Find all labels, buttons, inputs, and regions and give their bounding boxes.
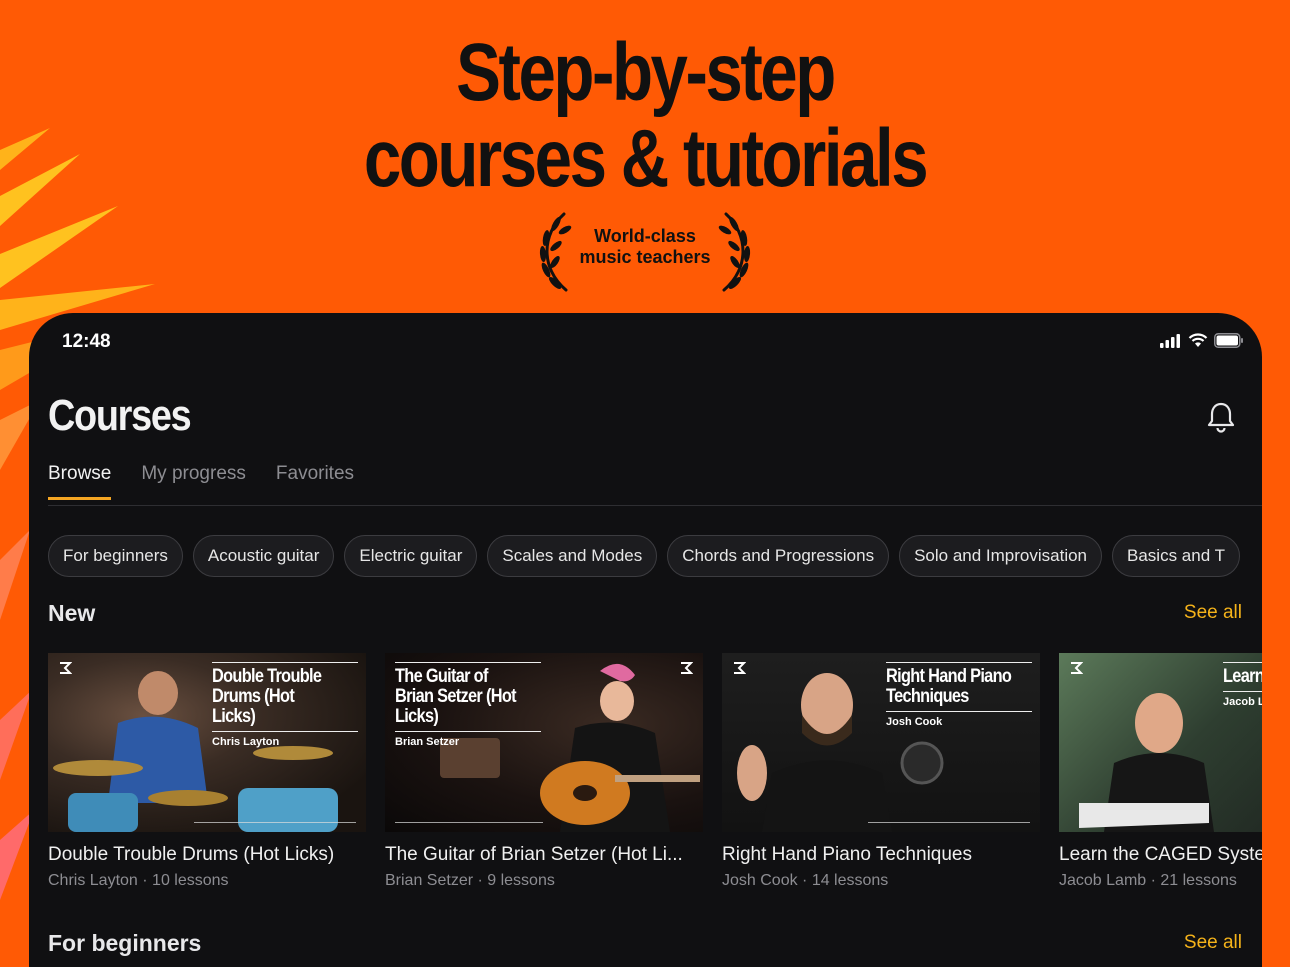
brand-logo-icon: [681, 662, 693, 674]
course-title: Double Trouble Drums (Hot Licks): [48, 844, 335, 865]
thumbnail-overlay: Double Trouble Drums (Hot Licks) Chris L…: [212, 662, 358, 748]
chip-solo-and-improvisation[interactable]: Solo and Improvisation: [899, 535, 1103, 577]
brand-logo-icon: [734, 662, 746, 674]
chip-basics-and-theory[interactable]: Basics and T: [1112, 535, 1240, 577]
promo-headline-line1: Step-by-step: [456, 27, 836, 118]
tab-favorites[interactable]: Favorites: [276, 463, 354, 500]
bell-icon[interactable]: [1206, 401, 1236, 433]
thumbnail-author: Josh Cook: [886, 716, 943, 728]
tab-divider: [48, 505, 1262, 506]
thumbnail-overlay: Right Hand Piano Techniques Josh Cook: [886, 662, 1032, 728]
award-line1: World-class: [594, 226, 696, 246]
cellular-signal-icon: [1160, 333, 1180, 348]
thumbnail-author: Jacob L: [1223, 696, 1262, 708]
chip-electric-guitar[interactable]: Electric guitar: [344, 535, 478, 577]
chip-acoustic-guitar[interactable]: Acoustic guitar: [192, 535, 335, 577]
thumbnail-author: Brian Setzer: [395, 736, 460, 748]
award-badge: World-class music teachers: [536, 210, 754, 296]
brand-logo-icon: [60, 662, 72, 674]
course-title: Learn the CAGED Syste: [1059, 844, 1262, 865]
brand-logo-icon: [1071, 662, 1083, 674]
status-icons: [1160, 333, 1244, 348]
course-title: Right Hand Piano Techniques: [722, 844, 972, 865]
course-carousel: Double Trouble Drums (Hot Licks) Chris L…: [48, 653, 1262, 890]
chip-scales-and-modes[interactable]: Scales and Modes: [487, 535, 658, 577]
award-text: World-class music teachers: [536, 226, 754, 268]
thumbnail-title: The Guitar of Brian Setzer (Hot Licks): [395, 666, 517, 727]
course-card[interactable]: The Guitar of Brian Setzer (Hot Licks) B…: [385, 653, 703, 890]
promo-header: Step-by-step courses & tutorials: [0, 30, 1290, 202]
course-title: The Guitar of Brian Setzer (Hot Li...: [385, 844, 683, 865]
course-thumbnail: The Guitar of Brian Setzer (Hot Licks) B…: [385, 653, 703, 832]
thumbnail-title: Double Trouble Drums (Hot Licks): [212, 666, 322, 727]
course-meta: Josh Cook · 14 lessons: [722, 872, 889, 889]
section-title-new: New: [48, 600, 96, 626]
promo-headline-line2: courses & tutorials: [363, 113, 929, 204]
see-all-beginners-link[interactable]: See all: [1184, 932, 1242, 954]
wifi-icon: [1188, 333, 1208, 347]
course-meta: Chris Layton · 10 lessons: [48, 872, 229, 889]
course-thumbnail: Right Hand Piano Techniques Josh Cook: [722, 653, 1040, 832]
course-thumbnail: Double Trouble Drums (Hot Licks) Chris L…: [48, 653, 366, 832]
chip-chords-and-progressions[interactable]: Chords and Progressions: [667, 535, 890, 577]
tab-browse[interactable]: Browse: [48, 463, 112, 500]
course-card[interactable]: Double Trouble Drums (Hot Licks) Chris L…: [48, 653, 366, 890]
promo-headline: Step-by-step courses & tutorials: [116, 30, 1174, 202]
thumbnail-author: Chris Layton: [212, 736, 280, 748]
thumbnail-title: Right Hand Piano Techniques: [886, 666, 1012, 707]
award-line2: music teachers: [579, 247, 711, 267]
battery-icon: [1214, 333, 1243, 348]
device-screen: 12:48 Courses Browse My progress Favorit…: [29, 313, 1262, 967]
filter-chips: For beginners Acoustic guitar Electric g…: [48, 535, 1240, 577]
see-all-new-link[interactable]: See all: [1184, 602, 1242, 624]
course-meta: Brian Setzer · 9 lessons: [385, 872, 555, 889]
thumbnail-overlay: The Guitar of Brian Setzer (Hot Licks) B…: [395, 662, 541, 748]
chip-for-beginners[interactable]: For beginners: [48, 535, 183, 577]
thumbnail-overlay: Learn Syste Jacob L: [1223, 662, 1262, 708]
course-thumbnail: Learn Syste Jacob L: [1059, 653, 1262, 832]
status-time: 12:48: [62, 331, 111, 352]
thumbnail-title: Learn Syste: [1223, 666, 1262, 687]
page-title: Courses: [48, 391, 192, 440]
course-card[interactable]: Learn Syste Jacob L Learn the CAGED Syst…: [1059, 653, 1262, 890]
tab-bar: Browse My progress Favorites: [48, 463, 354, 500]
course-meta: Jacob Lamb · 21 lessons: [1059, 872, 1237, 889]
course-card[interactable]: Right Hand Piano Techniques Josh Cook Ri…: [722, 653, 1040, 890]
tab-my-progress[interactable]: My progress: [141, 463, 246, 500]
section-title-beginners: For beginners: [48, 930, 202, 956]
